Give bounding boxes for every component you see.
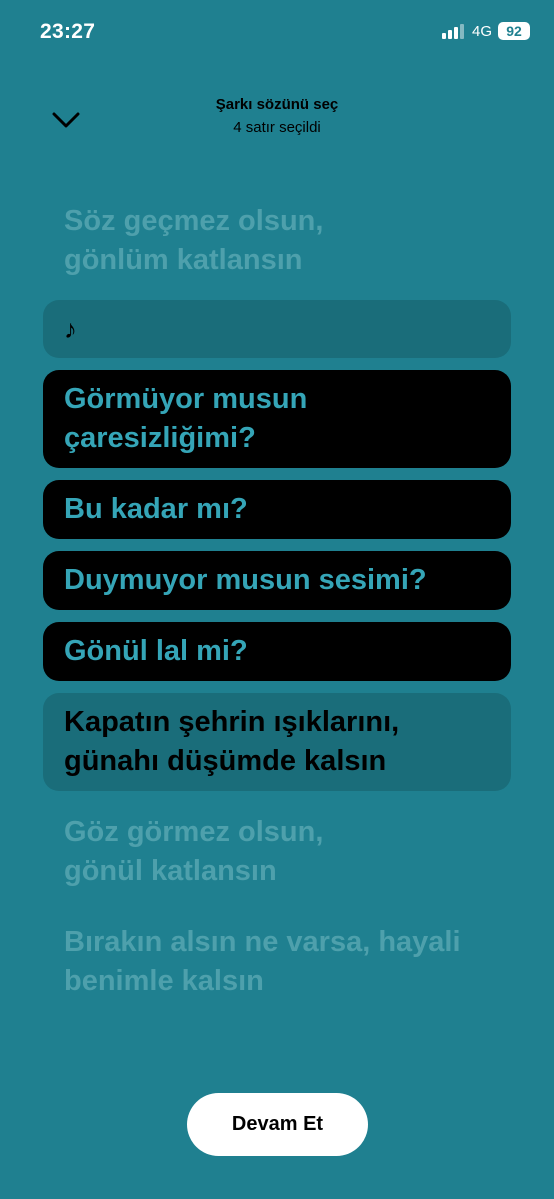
status-icons: 4G 92 [441,22,530,40]
lyric-instrumental-card[interactable]: ♪ [43,300,511,358]
lyric-line-available[interactable]: Kapatın şehrin ışıklarını, günahı düşümd… [43,693,511,791]
status-bar: 23:27 4G 92 [0,0,554,66]
lyric-text: Duymuyor musun sesimi? [64,564,427,596]
lyric-text: Bu kadar mı? [64,493,248,525]
collapse-button[interactable] [46,100,86,140]
lyric-line-selected[interactable]: Gönül lal mi? [43,622,511,681]
lyric-text: çaresizliğimi? [64,422,256,454]
lyric-text: Kapatın şehrin ışıklarını, [64,706,400,738]
lyric-line-selected[interactable]: Görmüyor musun çaresizliğimi? [43,370,511,468]
lyric-text: Gönül lal mi? [64,635,248,667]
status-time: 23:27 [40,20,96,43]
battery-icon: 92 [498,22,530,40]
network-type: 4G [471,22,492,40]
lyric-line-unselected[interactable]: Söz geçmez olsun, gönlüm katlansın [64,202,494,280]
selection-count: 4 satır seçildi [233,119,321,136]
lyric-text: Görmüyor musun [64,383,308,415]
lyric-text: gönül katlansın [64,855,277,887]
bottom-fade [0,1030,554,1100]
lyric-line-selected[interactable]: Duymuyor musun sesimi? [43,551,511,610]
lyric-text: Bırakın alsın ne varsa, hayali [64,926,461,958]
lyric-text: Söz geçmez olsun, [64,205,324,237]
lyric-text: Göz görmez olsun, [64,816,324,848]
lyric-line-selected[interactable]: Bu kadar mı? [43,480,511,539]
continue-button[interactable]: Devam Et [187,1093,368,1156]
lyric-line-unselected[interactable]: Göz görmez olsun, gönül katlansın [64,813,494,891]
page-title: Şarkı sözünü seç [215,96,339,113]
signal-icon [441,23,464,39]
lyric-text: benimle kalsın [64,965,264,997]
lyric-text: günahı düşümde kalsın [64,745,387,777]
header: Şarkı sözünü seç 4 satır seçildi [100,96,454,136]
music-note-icon: ♪ [64,313,77,344]
lyric-line-unselected[interactable]: Bırakın alsın ne varsa, hayali benimle k… [64,923,494,1001]
chevron-down-icon [52,112,80,128]
lyric-text: gönlüm katlansın [64,244,303,276]
